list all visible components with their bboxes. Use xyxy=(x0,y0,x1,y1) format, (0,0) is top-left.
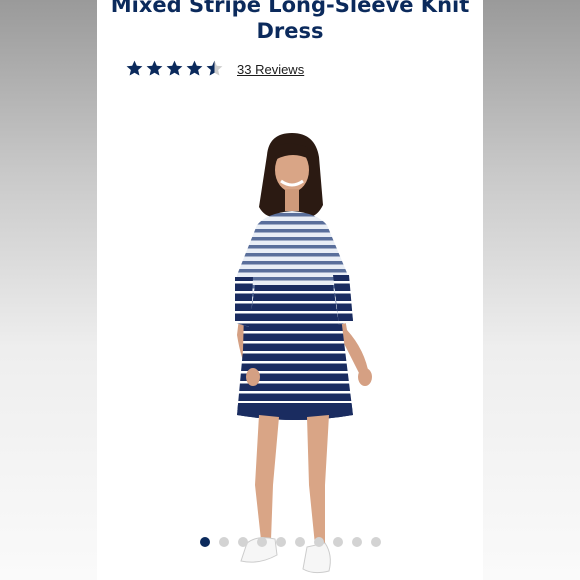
carousel-dot[interactable] xyxy=(352,537,362,547)
star-icon xyxy=(166,60,183,76)
product-image[interactable] xyxy=(197,125,387,580)
product-title-line-1: Mixed Stripe Long-Sleeve Knit xyxy=(110,0,470,17)
carousel-dot[interactable] xyxy=(276,537,286,547)
carousel-dot[interactable] xyxy=(371,537,381,547)
carousel-indicators xyxy=(200,537,381,547)
carousel-dot[interactable] xyxy=(219,537,229,547)
star-icon xyxy=(146,60,163,76)
star-half-icon xyxy=(206,60,223,76)
carousel-dot[interactable] xyxy=(200,537,210,547)
star-icon xyxy=(126,60,143,76)
product-title: Mixed Stripe Long-Sleeve Knit Dress xyxy=(97,0,483,44)
reviews-link[interactable]: 33 Reviews xyxy=(237,62,304,77)
product-title-line-2: Dress xyxy=(256,19,324,43)
product-card: Mixed Stripe Long-Sleeve Knit Dress 33 R… xyxy=(97,0,483,580)
star-icon xyxy=(186,60,203,76)
carousel-dot[interactable] xyxy=(295,537,305,547)
star-rating xyxy=(125,59,224,78)
carousel-dot[interactable] xyxy=(333,537,343,547)
carousel-dot[interactable] xyxy=(257,537,267,547)
carousel-dot[interactable] xyxy=(238,537,248,547)
carousel-dot[interactable] xyxy=(314,537,324,547)
rating xyxy=(125,58,224,78)
